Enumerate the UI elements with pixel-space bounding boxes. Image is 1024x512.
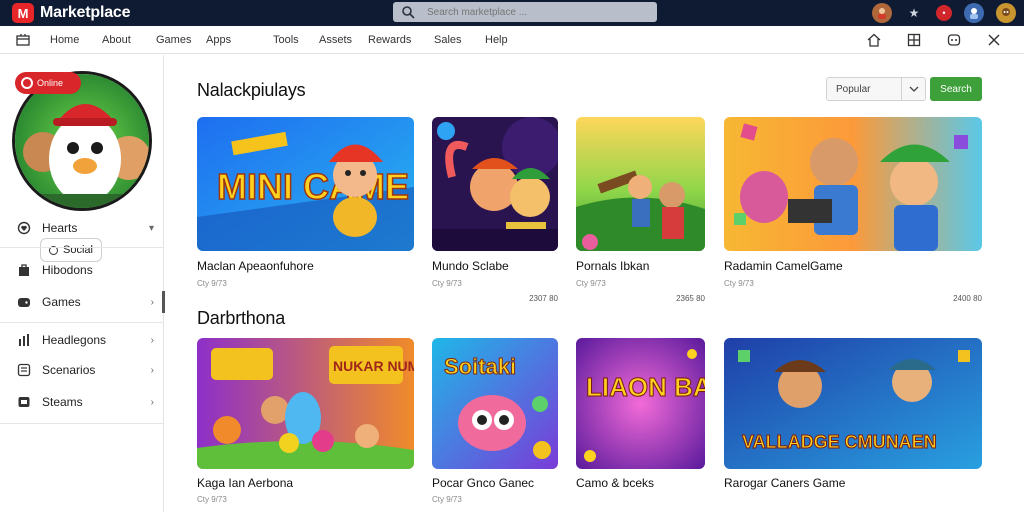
sort-dropdown[interactable]: Popular (826, 77, 926, 101)
active-indicator (162, 291, 165, 313)
sidebar-item-label: Hearts (42, 221, 78, 235)
sidebar-item-label: Games (42, 295, 81, 309)
nav-item-help[interactable]: Help (485, 34, 508, 46)
sidebar-item-hearts[interactable]: Hearts ▾ (0, 213, 164, 243)
card-price: 2307 80 (529, 294, 558, 303)
sort-value: Popular (836, 83, 871, 95)
card-title[interactable]: Radamin CamelGame (724, 259, 843, 273)
status-dot-icon (21, 77, 33, 89)
sidebar-item-hibodons[interactable]: Hibodons (0, 255, 164, 285)
game-thumbnail[interactable] (724, 117, 982, 251)
status-pill: Online (15, 72, 81, 94)
art-text: LIAON BAINC! (586, 372, 705, 402)
card-meta: Cty 9/73 (576, 279, 606, 288)
grid-icon[interactable] (16, 33, 30, 47)
game-thumbnail[interactable]: LIAON BAINC! (576, 338, 705, 469)
nav-item-about[interactable]: About (102, 34, 131, 46)
chevron-right-icon: › (150, 396, 154, 408)
chevron-down-icon (901, 78, 925, 100)
brand-logo: M (12, 3, 34, 23)
game-thumbnail[interactable] (432, 117, 558, 251)
sidebar-item-label: Headlegons (42, 333, 107, 347)
heart-icon (16, 220, 32, 236)
gamepad-icon (16, 294, 32, 310)
section-title-popular: Darbrthona (197, 308, 286, 328)
game-thumbnail[interactable]: MINI CAME (197, 117, 414, 251)
nav-item-assets[interactable]: Assets (319, 34, 352, 46)
app-title: Marketplace (40, 4, 131, 21)
close-icon[interactable] (984, 30, 1004, 50)
profile-icon[interactable] (996, 3, 1016, 23)
nav-item-rewards[interactable]: Rewards (368, 34, 411, 46)
card-title[interactable]: Rarogar Caners Game (724, 476, 845, 490)
sidebar-item-label: Scenarios (42, 363, 96, 377)
art-text: NUKAR NUMBS (333, 358, 414, 374)
card-title[interactable]: Pocar Gnco Ganec (432, 476, 534, 490)
search-input[interactable] (427, 6, 647, 18)
folder-icon (16, 394, 32, 410)
chevron-right-icon: › (150, 296, 154, 308)
home-icon[interactable] (864, 30, 884, 50)
game-thumbnail[interactable]: VALLADGE CMUNAEN (724, 338, 982, 469)
status-pill-label: Online (37, 78, 64, 88)
search-icon (402, 6, 415, 19)
star-icon[interactable]: ★ (904, 3, 924, 23)
gamepad-icon[interactable] (944, 30, 964, 50)
sidebar-item-scenarios[interactable]: Scenarios › (0, 355, 164, 385)
art-text: MINI CAME (217, 166, 409, 207)
sidebar-divider (0, 423, 164, 424)
notification-icon[interactable]: • (936, 5, 952, 21)
character-icon[interactable] (964, 3, 984, 23)
card-meta: Cty 9/73 (432, 495, 462, 504)
sidebar-item-steams[interactable]: Steams › (0, 387, 164, 417)
top-bar: M Marketplace ★ • (0, 0, 1024, 26)
sidebar-item-label: Steams (42, 395, 83, 409)
game-thumbnail[interactable]: Soitaki (432, 338, 558, 469)
chevron-right-icon: › (150, 334, 154, 346)
sidebar-item-games[interactable]: Games › (0, 287, 165, 317)
search-bar[interactable] (393, 2, 657, 22)
card-title[interactable]: Mundo Sclabe (432, 259, 509, 273)
nav-item-sales[interactable]: Sales (434, 34, 462, 46)
sidebar-divider (0, 322, 164, 323)
art-text: Soitaki (444, 354, 516, 379)
card-meta: Cty 9/73 (432, 279, 462, 288)
chevron-right-icon: › (150, 364, 154, 376)
sidebar-divider (0, 247, 164, 248)
game-thumbnail[interactable]: NUKAR NUMBS (197, 338, 414, 469)
sidebar-item-headlegons[interactable]: Headlegons › (0, 325, 164, 355)
bar-chart-icon (16, 332, 32, 348)
art-text: VALLADGE CMUNAEN (742, 432, 937, 452)
nav-item-home[interactable]: Home (50, 34, 79, 46)
card-title[interactable]: Maclan Apeaonfuhore (197, 259, 314, 273)
sidebar: Online Social Hearts ▾ Hibodons Games › … (0, 55, 165, 512)
sidebar-item-label: Hibodons (42, 263, 93, 277)
card-meta: Cty 9/73 (724, 279, 754, 288)
nav-item-games[interactable]: Games (156, 34, 191, 46)
brand[interactable]: M Marketplace (12, 3, 130, 23)
search-go-button[interactable]: Search (930, 77, 982, 101)
chevron-down-icon: ▾ (148, 222, 154, 234)
card-title[interactable]: Pornals Ibkan (576, 259, 649, 273)
card-price: 2365 80 (676, 294, 705, 303)
nav-item-apps[interactable]: Apps (206, 34, 231, 46)
card-title[interactable]: Camo & bceks (576, 476, 654, 490)
avatar-icon[interactable] (872, 3, 892, 23)
nav-bar: Home About Games Apps Tools Assets Rewar… (0, 26, 1024, 54)
nav-item-tools[interactable]: Tools (273, 34, 299, 46)
game-thumbnail[interactable] (576, 117, 705, 251)
card-meta: Cty 9/73 (197, 495, 227, 504)
layout-icon[interactable] (904, 30, 924, 50)
section-title-featured: Nalackpiulays (197, 80, 306, 100)
card-title[interactable]: Kaga Ian Aerbona (197, 476, 293, 490)
card-meta: Cty 9/73 (197, 279, 227, 288)
bag-icon (16, 262, 32, 278)
list-icon (16, 362, 32, 378)
card-price: 2400 80 (953, 294, 982, 303)
